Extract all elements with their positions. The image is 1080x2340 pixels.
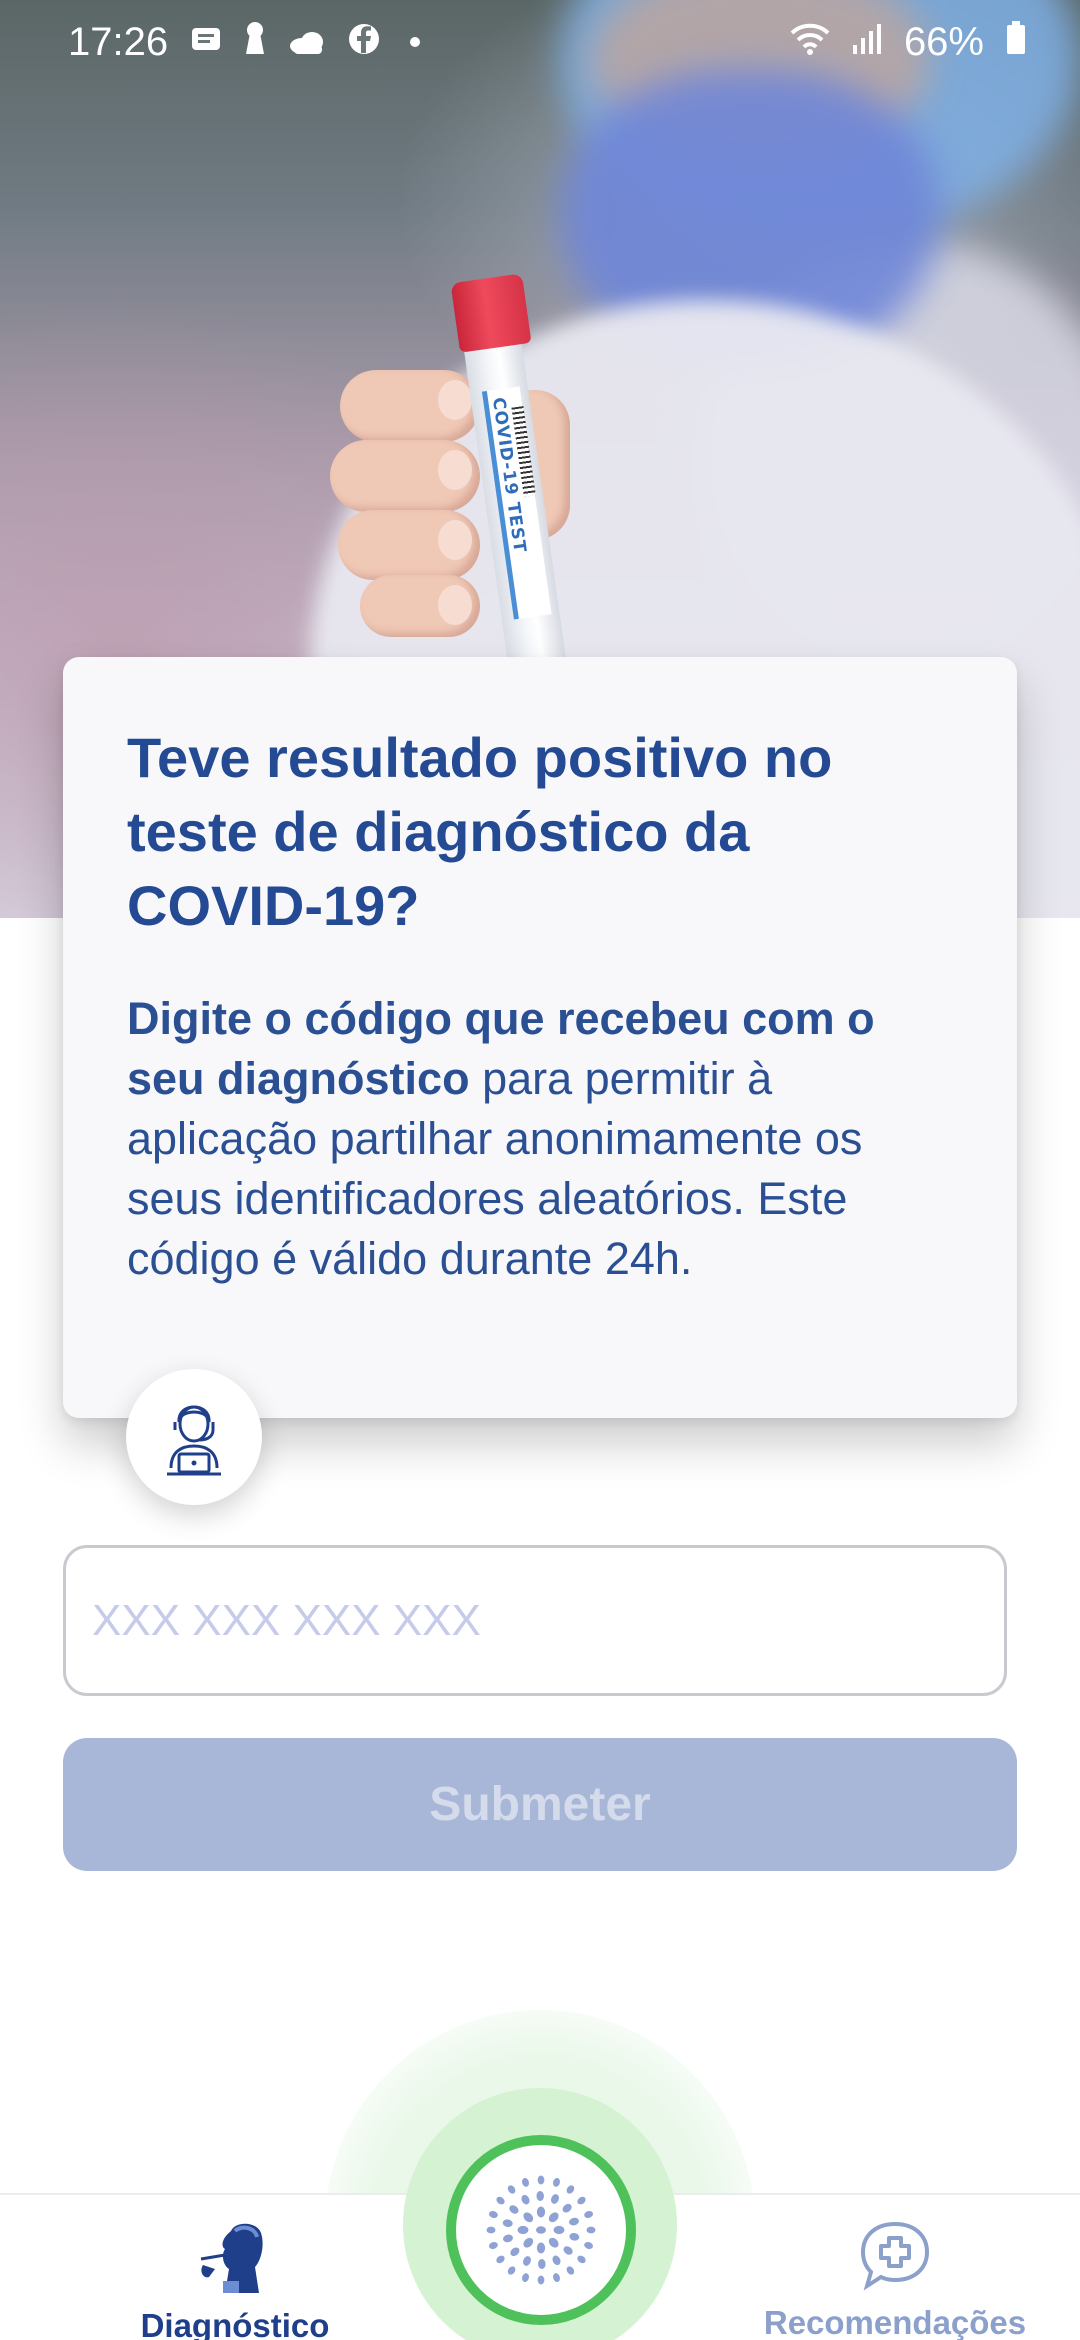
keyhole-icon xyxy=(244,20,266,65)
nav-tab-diagnostico[interactable]: Diagnóstico xyxy=(90,2195,380,2340)
photo-tube-cap xyxy=(450,273,532,353)
chat-plus-icon xyxy=(857,2217,933,2294)
signal-icon xyxy=(852,20,882,65)
screen: COVID-19 TEST 17:26 66% Teve resultado p… xyxy=(0,0,1080,2340)
support-agent-icon xyxy=(167,1405,221,1476)
nav-tab-recomendacoes[interactable]: Recomendações xyxy=(745,2195,1045,2340)
cloud-icon xyxy=(288,20,326,65)
message-icon xyxy=(190,20,222,65)
facebook-icon xyxy=(348,20,380,65)
card-title: Teve resultado positivo no teste de diag… xyxy=(127,726,833,937)
diagnosis-code-input[interactable] xyxy=(63,1545,1007,1696)
support-agent-avatar xyxy=(126,1369,262,1505)
exposure-tracing-button[interactable] xyxy=(446,2135,636,2325)
nav-label-diagnostico: Diagnóstico xyxy=(140,2307,330,2340)
battery-icon xyxy=(1006,20,1026,65)
dot-icon xyxy=(410,37,421,47)
nav-label-recomendacoes: Recomendações xyxy=(763,2304,1027,2340)
virus-dots-icon xyxy=(486,2175,596,2285)
info-card: Teve resultado positivo no teste de diag… xyxy=(63,657,1017,1418)
wifi-icon xyxy=(790,20,830,65)
card-description: Digite o código que recebeu com o seu di… xyxy=(127,989,947,1289)
status-time: 17:26 xyxy=(68,19,169,64)
submit-button[interactable]: Submeter xyxy=(63,1738,1017,1871)
status-bar: 17:26 66% xyxy=(0,0,1080,84)
battery-percent: 66% xyxy=(903,19,984,64)
person-test-icon xyxy=(195,2217,275,2297)
